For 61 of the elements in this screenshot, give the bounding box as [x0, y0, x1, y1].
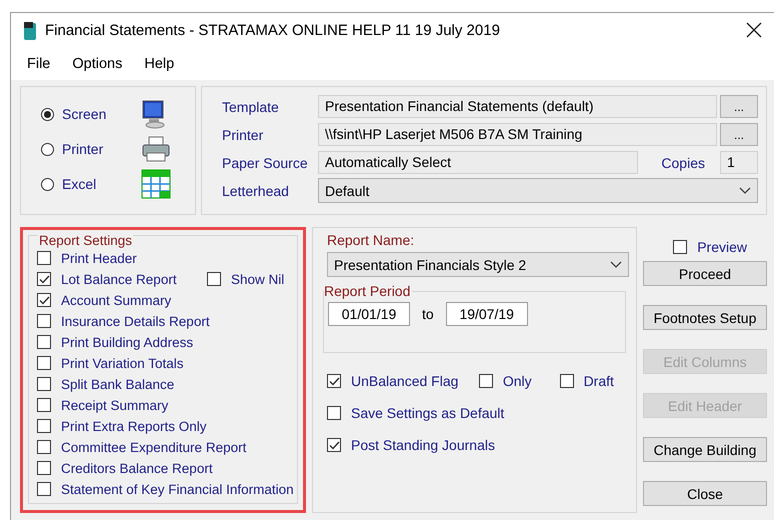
field-label: Report Name:: [327, 232, 416, 248]
menu-item[interactable]: Help: [144, 56, 174, 72]
checkbox[interactable]: Print Building Address: [37, 334, 194, 350]
radio-label: Excel: [62, 176, 96, 192]
radio-button[interactable]: Printer: [41, 141, 141, 157]
action-button[interactable]: Proceed: [643, 261, 767, 286]
checkbox-label: Only: [502, 373, 532, 389]
checkbox-label: Account Summary: [61, 292, 172, 308]
checkbox-label: Post Standing Journals: [351, 437, 495, 453]
browse-button[interactable]: ...: [720, 95, 758, 118]
checkbox[interactable]: Only: [478, 373, 560, 389]
action-button[interactable]: Footnotes Setup: [643, 305, 767, 330]
field-label: Copies: [661, 154, 705, 170]
field-label: Template: [222, 98, 280, 114]
menu-item[interactable]: File: [27, 56, 50, 72]
radio-button[interactable]: Excel: [41, 176, 141, 192]
checkbox[interactable]: Split Bank Balance: [37, 376, 174, 392]
action-button[interactable]: Change Building: [643, 437, 767, 462]
browse-button[interactable]: ...: [720, 123, 758, 146]
radio-label: Printer: [62, 141, 104, 157]
report-name-dropdown[interactable]: Presentation Financials Style 2: [327, 252, 629, 277]
checkbox[interactable]: Save Settings as Default: [327, 405, 626, 421]
checkbox-label: UnBalanced Flag: [351, 373, 458, 389]
action-button[interactable]: Close: [643, 481, 767, 506]
menu-item[interactable]: Options: [72, 56, 122, 72]
checkbox[interactable]: UnBalanced Flag: [327, 373, 479, 389]
checkbox[interactable]: Lot Balance Report: [37, 272, 207, 286]
paper-source-field[interactable]: Automatically Select: [318, 151, 638, 174]
checkbox-label: Lot Balance Report: [61, 272, 177, 286]
checkbox-label: Show Nil: [231, 272, 284, 286]
checkbox-label: Preview: [697, 239, 747, 255]
letterhead-dropdown[interactable]: Default: [318, 178, 758, 203]
checkbox[interactable]: Post Standing Journals: [327, 437, 626, 453]
checkbox[interactable]: Receipt Summary: [37, 398, 168, 412]
radio-button[interactable]: Screen: [41, 106, 141, 122]
checkbox-label: Receipt Summary: [61, 398, 168, 412]
range-separator: to: [421, 305, 435, 322]
checkbox-label: Draft: [584, 373, 614, 389]
field-label: Printer: [222, 126, 264, 142]
checkbox[interactable]: Account Summary: [37, 292, 172, 308]
checkbox[interactable]: Draft: [560, 373, 626, 389]
group-title: Report Period: [324, 283, 412, 299]
checkbox[interactable]: Preview: [673, 237, 747, 257]
field-label: Letterhead: [222, 182, 290, 198]
radio-label: Screen: [62, 106, 106, 122]
checkbox[interactable]: Print Variation Totals: [37, 356, 184, 370]
printer-field[interactable]: \\fsint\HP Laserjet M506 B7A SM Training: [318, 123, 717, 146]
checkbox[interactable]: Print Header: [37, 250, 137, 266]
checkbox-label: Print Variation Totals: [61, 356, 184, 370]
field-label: Paper Source: [222, 154, 309, 170]
template-field[interactable]: Presentation Financial Statements (default): [318, 95, 717, 118]
window-title: Financial Statements - STRATAMAX ONLINE HELP 11 19 July 2019: [45, 22, 501, 39]
date-field[interactable]: 01/01/19: [328, 302, 410, 326]
checkbox-label: Save Settings as Default: [351, 405, 504, 421]
checkbox-label: Split Bank Balance: [61, 376, 174, 392]
checkbox-label: Print Header: [61, 250, 137, 266]
copies-field[interactable]: 1: [720, 151, 758, 174]
checkbox[interactable]: Show Nil: [207, 272, 284, 286]
group-title: Report Settings: [38, 233, 134, 248]
checkbox-label: Print Building Address: [61, 334, 194, 350]
date-field[interactable]: 19/07/19: [446, 302, 528, 326]
